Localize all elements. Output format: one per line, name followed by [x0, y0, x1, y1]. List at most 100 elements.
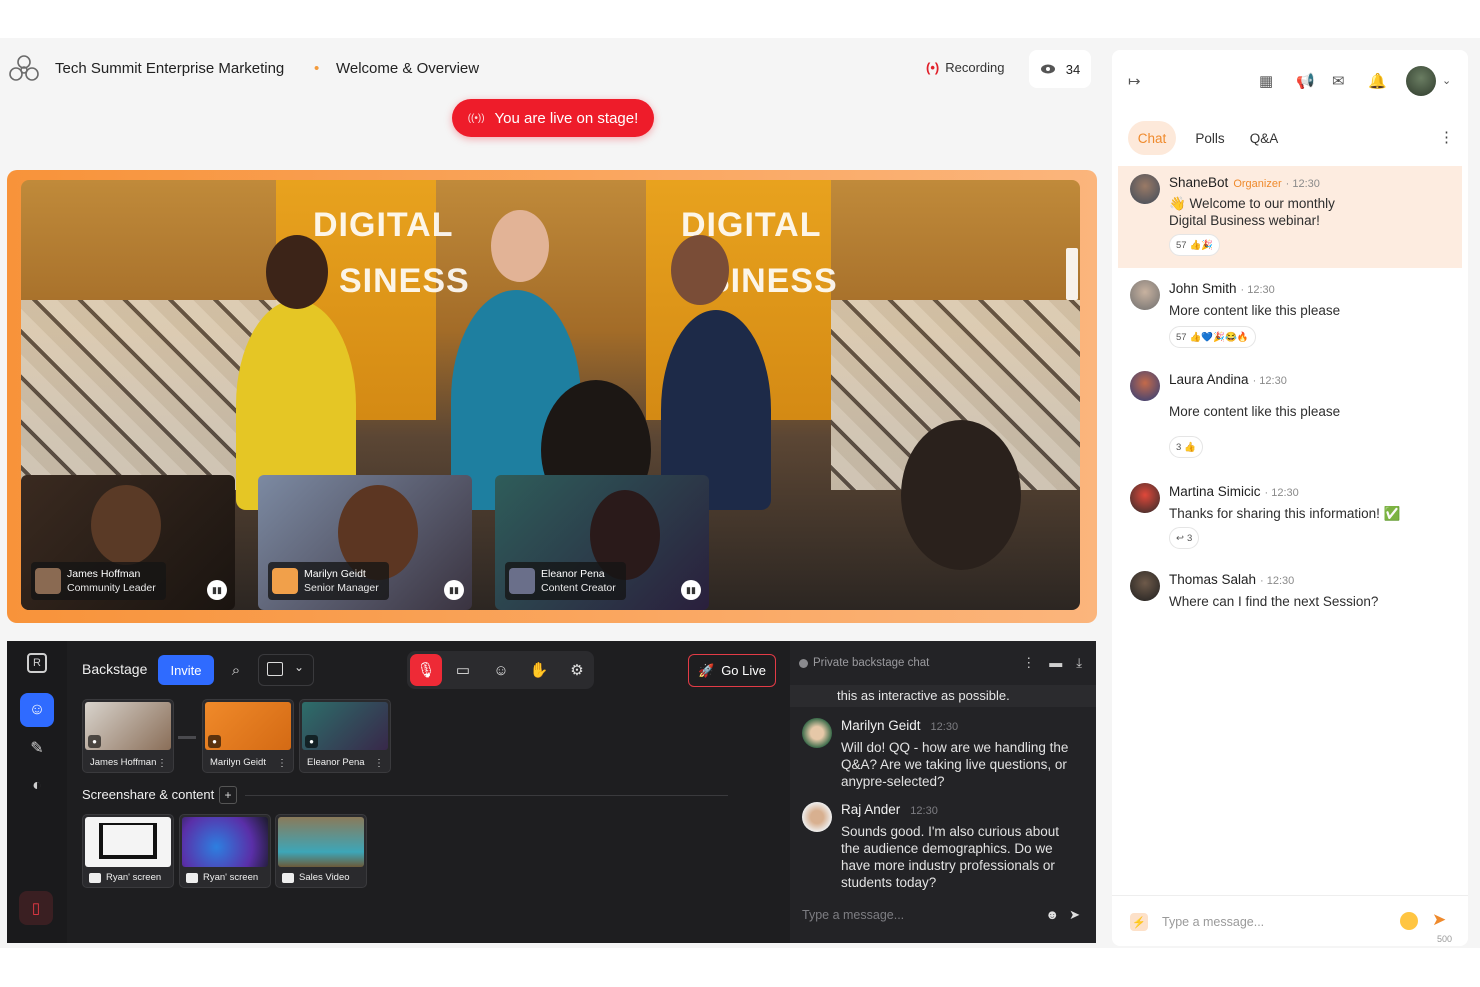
chat-message[interactable]: John Smith · 12:30 More content like this… — [1118, 272, 1462, 354]
tab-polls[interactable]: Polls — [1190, 121, 1230, 155]
chat-input[interactable]: Type a message... — [1162, 915, 1264, 929]
viewer-count-badge[interactable]: 34 — [1029, 50, 1091, 88]
bolt-icon[interactable]: ⚡ — [1130, 913, 1148, 931]
screen-icon — [186, 872, 198, 883]
speaker-role: Senior Manager — [304, 582, 379, 594]
download-icon[interactable]: ⤓ — [1076, 655, 1082, 671]
message-text: Where can I find the next Session? — [1169, 594, 1379, 609]
camera-icon[interactable]: ▭ — [447, 654, 479, 686]
recording-icon: (•) — [926, 60, 940, 75]
search-icon[interactable]: ⌕ — [225, 659, 247, 681]
kebab-icon[interactable]: ⋮ — [277, 758, 287, 769]
layout-button[interactable]: ⌄ — [258, 654, 314, 686]
reaction-chip[interactable]: 57 👍🎉 — [1169, 234, 1221, 256]
author-name: John Smith — [1169, 281, 1237, 296]
emoji-icon[interactable]: ☻ — [1045, 907, 1059, 923]
tab-qa[interactable]: Q&A — [1244, 121, 1284, 155]
add-content-button[interactable]: + — [219, 786, 237, 804]
speaker-tile-2[interactable]: Marilyn Geidt Senior Manager ▮▮ — [258, 475, 472, 610]
wrench-icon[interactable]: ✎ — [20, 731, 54, 765]
chat-sidebar: ↦ ▦ 📢 ✉ 🔔 ⌄ Chat Polls Q&A ⋮ ShaneBot Org… — [1112, 50, 1468, 946]
private-chat-title: Private backstage chat — [813, 657, 930, 669]
content-name-text: Ryan' screen — [203, 872, 259, 883]
speaker-label: James Hoffman Community Leader — [31, 562, 166, 600]
stage-side-tools[interactable] — [1066, 248, 1078, 300]
recording-indicator[interactable]: (•) Recording — [926, 60, 1004, 75]
chevron-down-icon: ⌄ — [294, 660, 305, 674]
content-thumb — [85, 817, 171, 867]
logo-icon[interactable] — [6, 52, 42, 88]
audio-level-icon: ▮▮ — [444, 580, 464, 600]
reaction-chip[interactable]: 3 👍 — [1169, 436, 1204, 458]
avatar — [509, 568, 535, 594]
emoji-icon[interactable]: ☺ — [485, 654, 517, 686]
message-author: Martina Simicic · 12:30 — [1169, 484, 1299, 499]
backstage-panel: R ☺ ✎ ◐ ▯ Backstage Invite ⌕ ⌄ 🎙 ▭ ☺ ✋ ⚙… — [7, 641, 1096, 943]
content-tile-1[interactable]: Ryan' screen — [82, 814, 174, 888]
settings-icon[interactable]: ⚙ — [561, 654, 593, 686]
bell-icon[interactable]: 🔔 — [1368, 72, 1387, 90]
collapse-icon[interactable]: ↦ — [1128, 72, 1141, 90]
kebab-icon[interactable]: ⋮ — [1439, 128, 1454, 146]
mail-icon[interactable]: ✉ — [1332, 72, 1345, 90]
mic-icon[interactable]: 🎙 — [410, 654, 442, 686]
panelist-center-head — [491, 210, 549, 282]
backstage-participant-3[interactable]: ● Eleanor Pena ⋮ — [299, 699, 391, 773]
kebab-icon[interactable]: ⋮ — [1022, 655, 1035, 671]
avatar — [802, 802, 832, 832]
user-avatar[interactable] — [1406, 66, 1436, 96]
invite-button[interactable]: Invite — [158, 655, 214, 685]
chat-message[interactable]: Laura Andina · 12:30 More content like th… — [1118, 363, 1462, 463]
palette-icon[interactable]: ◐ — [20, 769, 54, 803]
kebab-icon[interactable]: ⋮ — [157, 758, 167, 769]
speaker-name: James Hoffman — [67, 568, 141, 580]
backstage-participant-1[interactable]: ● James Hoffman ⋮ — [82, 699, 174, 773]
emoji-icon[interactable] — [1400, 912, 1418, 930]
send-icon[interactable]: ➤ — [1432, 910, 1446, 930]
go-live-button[interactable]: 🚀 Go Live — [688, 654, 776, 687]
author-name: Marilyn Geidt — [841, 718, 921, 733]
chat-message[interactable]: Thomas Salah · 12:30 Where can I find the… — [1118, 563, 1462, 619]
message-author: Raj Ander 12:30 — [841, 802, 938, 817]
chat-message[interactable]: Martina Simicic · 12:30 Thanks for sharin… — [1118, 475, 1462, 557]
video-icon — [282, 872, 294, 883]
people-icon[interactable]: ☺ — [20, 693, 54, 727]
calendar-icon[interactable]: ▦ — [1259, 72, 1273, 90]
app-logo-icon[interactable]: R — [27, 653, 47, 673]
divider — [245, 795, 728, 796]
avatar — [1130, 280, 1160, 310]
mic-icon: ● — [88, 735, 101, 748]
live-icon: ((•)) — [467, 112, 485, 124]
message-text: Will do! QQ - how are we handling the Q&… — [841, 740, 1069, 789]
backstage-participant-2[interactable]: ● Marilyn Geidt ⋮ — [202, 699, 294, 773]
reaction-chip[interactable]: 57 👍💙🎉😂🔥 — [1169, 326, 1256, 348]
author-name: Martina Simicic — [1169, 484, 1261, 499]
kebab-icon[interactable]: ⋮ — [374, 758, 384, 769]
private-chat-input-tools: ☻ ➤ — [1045, 907, 1080, 923]
content-tile-3[interactable]: Sales Video — [275, 814, 367, 888]
tab-chat[interactable]: Chat — [1128, 121, 1176, 155]
reaction-emojis: 👍 — [1184, 441, 1197, 453]
message-author: ShaneBot Organizer · 12:30 — [1169, 175, 1320, 190]
reply-chip[interactable]: ↩ 3 — [1169, 527, 1200, 549]
content-tile-2[interactable]: Ryan' screen — [179, 814, 271, 888]
megaphone-icon[interactable]: 📢 — [1296, 72, 1315, 90]
speaker-name: Marilyn Geidt — [304, 568, 366, 580]
speaker-tile-3[interactable]: Eleanor Pena Content Creator ▮▮ — [495, 475, 709, 610]
exit-door-icon[interactable]: ▯ — [19, 891, 53, 925]
send-icon[interactable]: ➤ — [1069, 907, 1080, 923]
chevron-down-icon[interactable]: ⌄ — [1442, 74, 1451, 87]
hand-icon[interactable]: ✋ — [523, 654, 555, 686]
chat-message[interactable]: ShaneBot Organizer · 12:30 👋 Welcome to ou… — [1118, 166, 1462, 268]
mic-icon: ● — [208, 735, 221, 748]
private-chat-input[interactable]: Type a message... — [802, 908, 904, 922]
stage-video[interactable]: DIGITAL SINESS DIGITAL SINESS James Hoff… — [21, 180, 1080, 610]
private-chat-tools: ⋮ ▬ ⤓ — [1022, 655, 1082, 671]
rocket-icon: 🚀 — [698, 662, 715, 678]
audience-head-2 — [901, 420, 1021, 570]
screen-icon — [89, 872, 101, 883]
popout-icon[interactable]: ▬ — [1049, 655, 1062, 671]
speaker-tile-1[interactable]: James Hoffman Community Leader ▮▮ — [21, 475, 235, 610]
live-banner: ((•)) You are live on stage! — [452, 99, 654, 137]
lock-icon — [799, 658, 808, 668]
